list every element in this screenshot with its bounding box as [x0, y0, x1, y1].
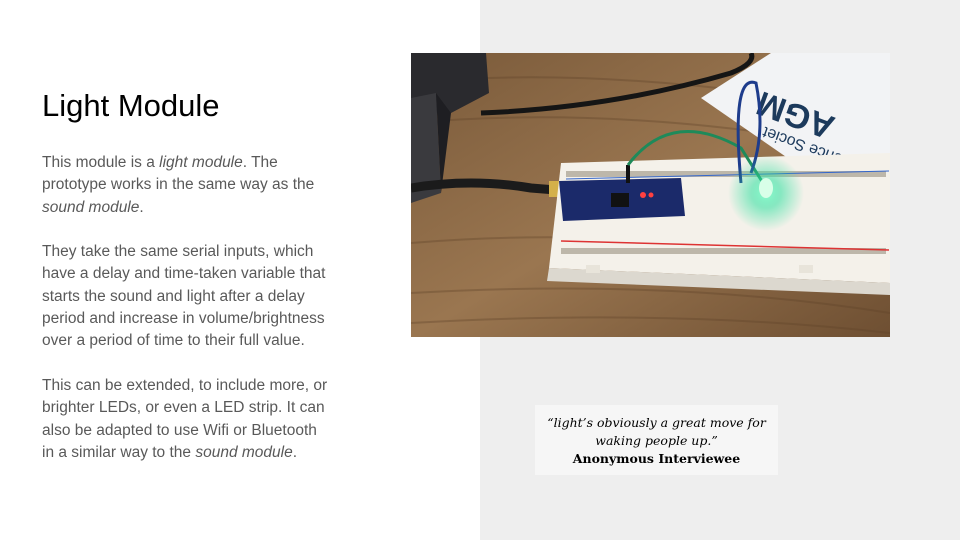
paragraph-intro: This module is a light module. The proto…: [42, 152, 332, 219]
paragraph-extensions: This can be extended, to include more, o…: [42, 375, 332, 464]
paragraph-inputs: They take the same serial inputs, which …: [42, 243, 326, 350]
paragraph-intro-emphasis-2: sound module: [42, 198, 140, 216]
quote-callout: “light’s obviously a great move for waki…: [535, 405, 778, 475]
paragraph-extensions-text-2: .: [292, 443, 298, 461]
paragraph-intro-text-1: This module is a: [42, 154, 160, 171]
slide-body: This module is a light module. The proto…: [42, 152, 332, 486]
paragraph-intro-emphasis-1: light module: [159, 154, 243, 171]
quote-author: Anonymous Interviewee: [572, 451, 741, 466]
breadboard-photo: AGM ience Societ: [411, 53, 890, 337]
quote-text: “light’s obviously a great move for waki…: [547, 415, 766, 448]
paragraph-intro-text-3: .: [139, 198, 144, 216]
slide-title: Light Module: [42, 88, 220, 123]
paragraph-extensions-emphasis: sound module: [195, 443, 293, 461]
